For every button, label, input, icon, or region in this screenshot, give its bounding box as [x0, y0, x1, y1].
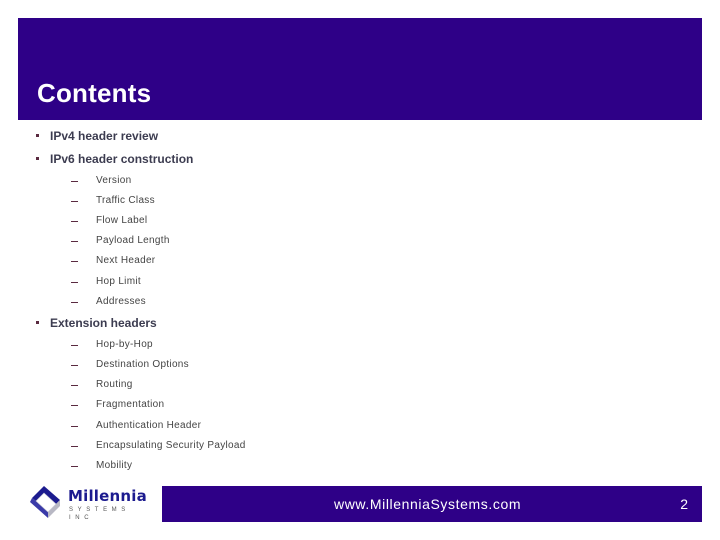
- subitem-label: Encapsulating Security Payload: [96, 440, 246, 451]
- footer-url: www.MillenniaSystems.com: [334, 496, 522, 512]
- dash-icon: [71, 405, 78, 406]
- company-logo: Millennia SYSTEMS INC: [28, 484, 150, 521]
- dash-icon: [71, 201, 78, 202]
- outline-subitem: Encapsulating Security Payload: [71, 440, 246, 452]
- subitem-label: Authentication Header: [96, 420, 202, 431]
- outline-item-label: Extension headers: [50, 316, 157, 330]
- subitem-label: Destination Options: [96, 359, 189, 370]
- outline-subitem: Next Header: [71, 255, 156, 267]
- outline-subitem: Hop Limit: [71, 276, 141, 288]
- outline-subitem: Addresses: [71, 296, 146, 308]
- dash-icon: [71, 181, 78, 182]
- subitem-label: Traffic Class: [96, 195, 155, 206]
- logo-wordmark: Millennia: [68, 487, 147, 505]
- subitem-label: Routing: [96, 379, 133, 390]
- outline-item-label: IPv6 header construction: [50, 152, 194, 166]
- dash-icon: [71, 345, 78, 346]
- subitem-label: Version: [96, 175, 132, 186]
- footer-band: www.MillenniaSystems.com 2: [162, 486, 702, 522]
- outline-subitem: Mobility: [71, 460, 133, 472]
- dash-icon: [71, 365, 78, 366]
- logo-tagline: SYSTEMS INC: [69, 507, 130, 521]
- subitem-label: Next Header: [96, 255, 156, 266]
- outline-subitem: Traffic Class: [71, 195, 155, 207]
- subitem-label: Flow Label: [96, 215, 148, 226]
- outline-subitem: Routing: [71, 379, 133, 391]
- title-band: Contents: [18, 18, 702, 120]
- subitem-label: Addresses: [96, 296, 146, 307]
- subitem-label: Hop Limit: [96, 276, 141, 287]
- dash-icon: [71, 466, 78, 467]
- outline-subitem: Flow Label: [71, 215, 148, 227]
- outline-item: Extension headers: [36, 316, 157, 330]
- dash-icon: [71, 446, 78, 447]
- subitem-label: Hop-by-Hop: [96, 339, 153, 350]
- outline-subitem: Version: [71, 175, 132, 187]
- outline-subitem: Payload Length: [71, 235, 170, 247]
- dash-icon: [71, 426, 78, 427]
- millennia-cube-logo-icon: [30, 486, 60, 518]
- subitem-label: Mobility: [96, 460, 133, 471]
- outline-item: IPv6 header construction: [36, 152, 194, 166]
- page-number: 2: [680, 496, 688, 512]
- dash-icon: [71, 221, 78, 222]
- dash-icon: [71, 241, 78, 242]
- dash-icon: [71, 261, 78, 262]
- dash-icon: [71, 385, 78, 386]
- subitem-label: Fragmentation: [96, 399, 165, 410]
- dash-icon: [71, 302, 78, 303]
- outline-item: IPv4 header review: [36, 129, 159, 143]
- dash-icon: [71, 282, 78, 283]
- square-bullet-icon: [36, 157, 39, 160]
- square-bullet-icon: [36, 134, 39, 137]
- square-bullet-icon: [36, 321, 39, 324]
- subitem-label: Payload Length: [96, 235, 170, 246]
- outline-subitem: Fragmentation: [71, 399, 165, 411]
- outline-subitem: Authentication Header: [71, 420, 202, 432]
- outline-subitem: Hop-by-Hop: [71, 339, 153, 351]
- outline-subitem: Destination Options: [71, 359, 189, 371]
- slide-title: Contents: [37, 78, 152, 108]
- outline-item-label: IPv4 header review: [50, 129, 159, 143]
